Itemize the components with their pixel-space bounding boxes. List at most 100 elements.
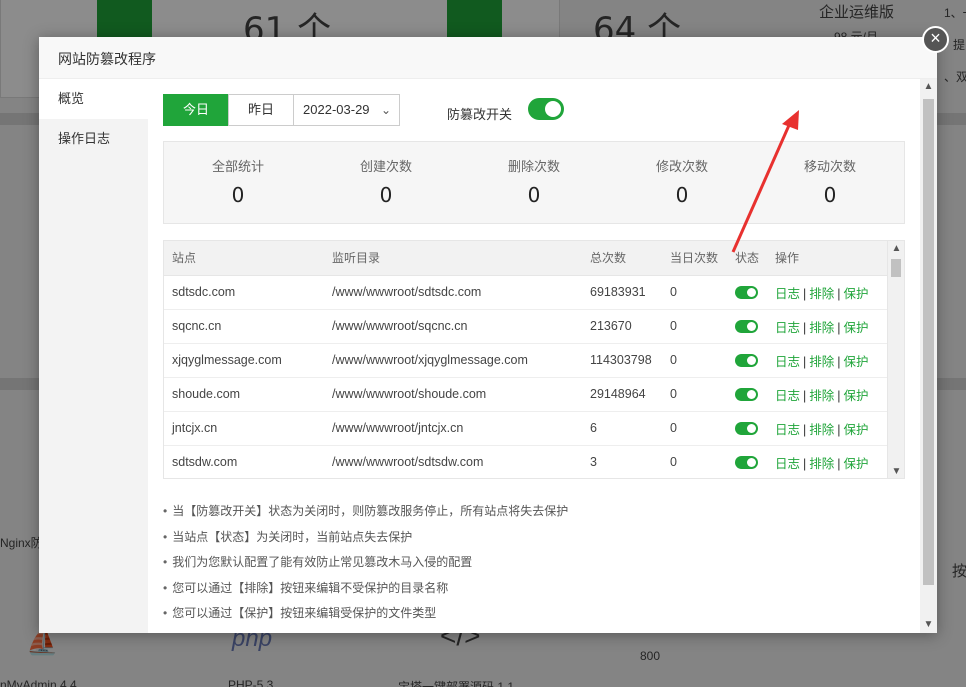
operations-cell: 日志 | 排除 | 保护 [767, 411, 888, 446]
stat-total: 全部统计 0 [164, 142, 312, 223]
stat-label: 修改次数 [655, 159, 708, 174]
overview-panel: 今日 昨日 2022-03-29 ⌄ 防篡改开关 全部统计 0 创建次数 0 删… [148, 79, 920, 633]
status-cell [727, 275, 767, 310]
stat-label: 删除次数 [507, 159, 560, 174]
dialog-scroll-thumb[interactable] [923, 99, 934, 585]
site-name: sqcnc.cn [164, 309, 324, 344]
exclude-link[interactable]: 排除 [809, 355, 834, 369]
stat-label: 移动次数 [803, 159, 856, 174]
protect-link[interactable]: 保护 [844, 287, 869, 301]
exclude-link[interactable]: 排除 [809, 423, 834, 437]
separator: | [803, 354, 807, 369]
table-row: sdtsdc.com/www/wwwroot/sdtsdc.com 6918393… [164, 275, 888, 310]
stat-label: 创建次数 [359, 159, 412, 174]
chevron-up-icon[interactable]: ▲ [888, 241, 904, 257]
status-cell [727, 377, 767, 412]
status-cell [727, 445, 767, 478]
exclude-link[interactable]: 排除 [809, 321, 834, 335]
site-name: xjqyglmessage.com [164, 343, 324, 378]
protect-link[interactable]: 保护 [844, 457, 869, 471]
watch-directory: /www/wwwroot/shoude.com [324, 377, 582, 412]
separator: | [803, 320, 807, 335]
watch-directory: /www/wwwroot/sdtsdc.com [324, 275, 582, 310]
sites-table: 站点 监听目录 总次数 当日次数 状态 操作 sdtsdc.com/www/ww… [163, 240, 905, 479]
separator: | [837, 286, 841, 301]
protect-link[interactable]: 保护 [844, 355, 869, 369]
site-status-toggle[interactable] [735, 354, 758, 368]
site-status-toggle[interactable] [735, 456, 758, 470]
sidebar-item-overview[interactable]: 概览 [39, 79, 148, 119]
column-header: 监听目录 [324, 241, 582, 276]
operations-cell: 日志 | 排除 | 保护 [767, 343, 888, 378]
table-row: jntcjx.cn/www/wwwroot/jntcjx.cn 6 0 日志 | 排除 | 保… [164, 411, 888, 446]
chevron-down-icon: ⌄ [380, 103, 392, 117]
chevron-down-icon[interactable]: ▼ [920, 617, 937, 633]
log-link[interactable]: 日志 [775, 457, 800, 471]
dialog-scrollbar[interactable]: ▲ ▼ [920, 79, 937, 633]
stat-create: 创建次数 0 [312, 142, 460, 223]
operations-cell: 日志 | 排除 | 保护 [767, 377, 888, 412]
table-row: shoude.com/www/wwwroot/shoude.com 2914896… [164, 377, 888, 412]
dialog-sidebar: 概览 操作日志 [39, 79, 148, 633]
stat-value: 0 [823, 183, 837, 207]
tamper-switch-label: 防篡改开关 [447, 107, 513, 122]
table-scroll-thumb[interactable] [891, 259, 901, 277]
operations-cell: 日志 | 排除 | 保护 [767, 445, 888, 478]
site-status-toggle[interactable] [735, 320, 758, 334]
log-link[interactable]: 日志 [775, 321, 800, 335]
tamper-switch-toggle[interactable] [528, 98, 564, 120]
separator: | [803, 388, 807, 403]
protect-link[interactable]: 保护 [844, 423, 869, 437]
separator: | [837, 388, 841, 403]
protect-link[interactable]: 保护 [844, 321, 869, 335]
watch-directory: /www/wwwroot/sdtsdw.com [324, 445, 582, 478]
site-name: jntcjx.cn [164, 411, 324, 446]
total-count: 69183931 [582, 275, 662, 310]
separator: | [803, 422, 807, 437]
column-header: 状态 [727, 241, 767, 276]
help-note: 我们为您默认配置了能有效防止常见篡改木马入侵的配置 [163, 550, 568, 576]
site-name: sdtsdc.com [164, 275, 324, 310]
chevron-up-icon[interactable]: ▲ [920, 79, 937, 95]
watch-directory: /www/wwwroot/sqcnc.cn [324, 309, 582, 344]
site-name: shoude.com [164, 377, 324, 412]
site-status-toggle[interactable] [735, 388, 758, 402]
log-link[interactable]: 日志 [775, 423, 800, 437]
site-name: sdtsdw.com [164, 445, 324, 478]
total-count: 114303798 [582, 343, 662, 378]
exclude-link[interactable]: 排除 [809, 389, 834, 403]
stat-move: 移动次数 0 [756, 142, 904, 223]
tab-yesterday[interactable]: 昨日 [228, 94, 295, 126]
exclude-link[interactable]: 排除 [809, 457, 834, 471]
table-row: xjqyglmessage.com/www/wwwroot/xjqyglmess… [164, 343, 888, 378]
sidebar-item-operation-log[interactable]: 操作日志 [39, 119, 148, 159]
stat-value: 0 [675, 183, 689, 207]
help-note: 您可以通过【保护】按钮来编辑受保护的文件类型 [163, 601, 568, 627]
separator: | [837, 422, 841, 437]
column-header: 当日次数 [662, 241, 727, 276]
table-scrollbar[interactable]: ▲ ▼ [887, 241, 904, 478]
exclude-link[interactable]: 排除 [809, 287, 834, 301]
tab-today[interactable]: 今日 [163, 94, 230, 126]
dialog-title: 网站防篡改程序 [39, 37, 937, 79]
separator: | [803, 286, 807, 301]
column-header: 站点 [164, 241, 324, 276]
help-note: 当站点【状态】为关闭时，当前站点失去保护 [163, 525, 568, 551]
date-select[interactable]: 2022-03-29 ⌄ [293, 94, 401, 126]
help-note: 当【防篡改开关】状态为关闭时，则防篡改服务停止，所有站点将失去保护 [163, 499, 568, 525]
table-row: sdtsdw.com/www/wwwroot/sdtsdw.com 3 0 日志 | 排除… [164, 445, 888, 478]
log-link[interactable]: 日志 [775, 355, 800, 369]
chevron-down-icon[interactable]: ▼ [888, 464, 904, 478]
site-status-toggle[interactable] [735, 286, 758, 300]
total-count: 3 [582, 445, 662, 478]
watch-directory: /www/wwwroot/jntcjx.cn [324, 411, 582, 446]
stat-label: 全部统计 [211, 159, 264, 174]
help-note: 您可以通过【排除】按钮来编辑不受保护的目录名称 [163, 576, 568, 602]
protect-link[interactable]: 保护 [844, 389, 869, 403]
close-icon[interactable]: × [922, 26, 949, 53]
today-count: 0 [662, 445, 727, 478]
log-link[interactable]: 日志 [775, 389, 800, 403]
log-link[interactable]: 日志 [775, 287, 800, 301]
table-row: sqcnc.cn/www/wwwroot/sqcnc.cn 213670 0 日志 | 排… [164, 309, 888, 344]
site-status-toggle[interactable] [735, 422, 758, 436]
